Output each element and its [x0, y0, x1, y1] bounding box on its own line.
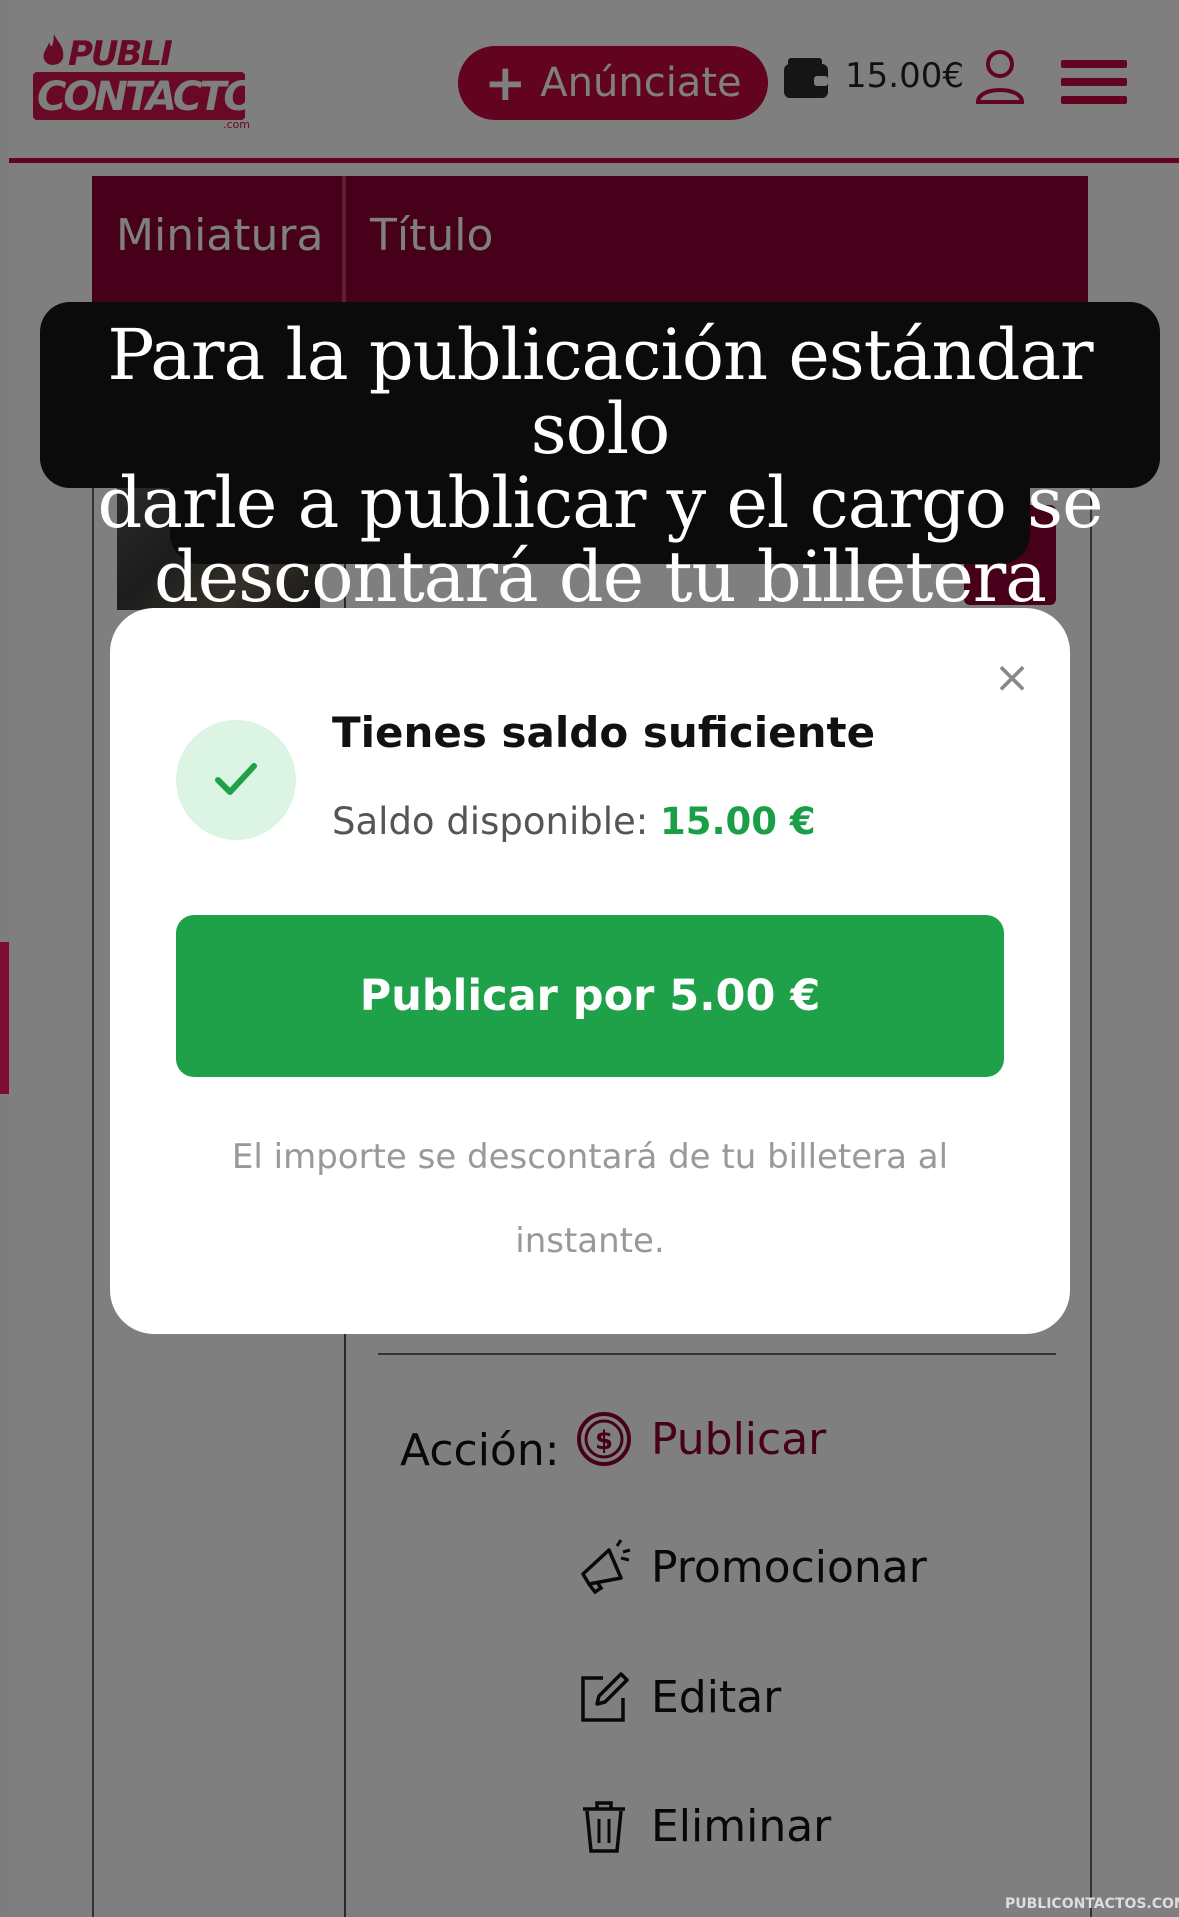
watermark: PUBLICONTACTOS.COM	[1005, 1896, 1179, 1912]
caption-line-2: darle a publicar y el cargo se	[97, 462, 1104, 544]
modal-note-line-2: instante.	[515, 1221, 665, 1261]
available-balance-value: 15.00 €	[659, 800, 816, 843]
available-balance: Saldo disponible: 15.00 €	[332, 800, 816, 843]
modal-title: Tienes saldo suficiente	[332, 708, 876, 757]
caption-line-1: Para la publicación estándar solo	[107, 314, 1093, 470]
modal-note-line-1: El importe se descontará de tu billetera…	[231, 1137, 949, 1177]
caption-text: Para la publicación estándar solo darle …	[40, 318, 1160, 614]
publish-pay-button[interactable]: Publicar por 5.00 €	[176, 915, 1004, 1077]
close-icon[interactable]: ×	[992, 656, 1032, 700]
caption-line-3: descontará de tu billetera	[154, 536, 1047, 618]
modal-note: El importe se descontará de tu billetera…	[176, 1115, 1004, 1283]
available-balance-label: Saldo disponible:	[332, 800, 649, 843]
check-icon	[215, 763, 257, 795]
